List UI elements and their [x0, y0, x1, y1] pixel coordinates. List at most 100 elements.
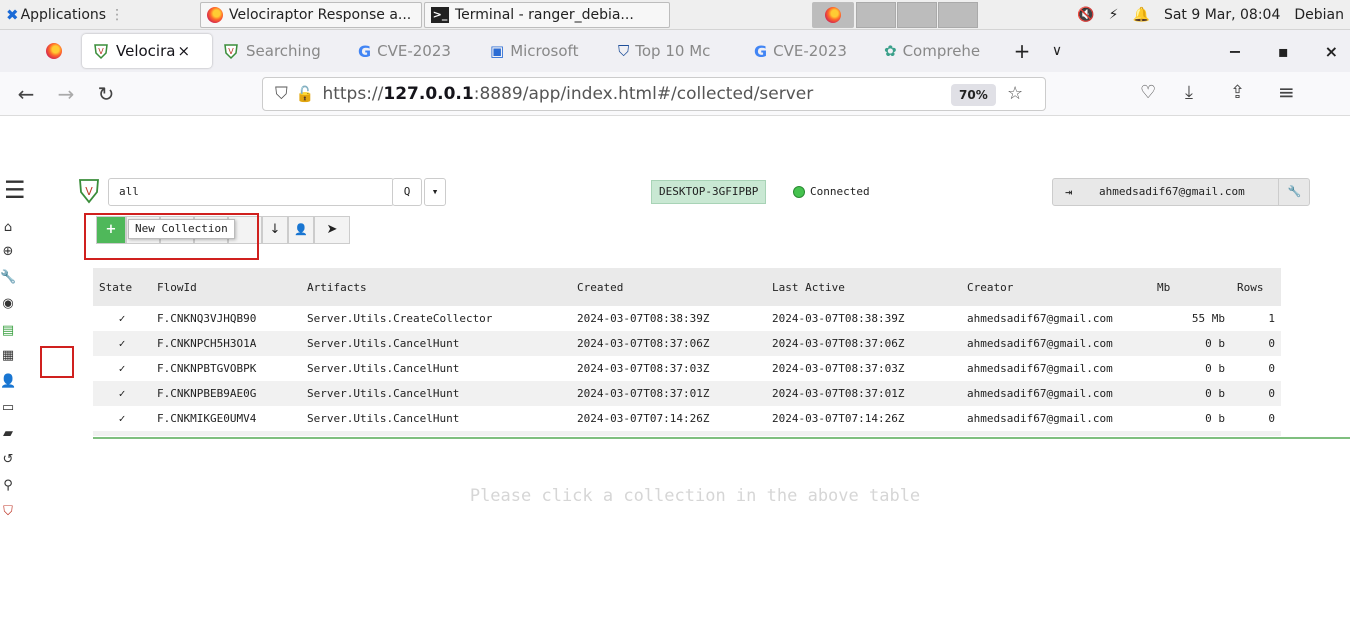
logout-icon[interactable]: ⇥ [1065, 179, 1072, 205]
artifact-name: Server.Utils.CancelHunt [307, 337, 460, 350]
taskbar-firefox[interactable]: Velociraptor Response a... [200, 1, 422, 28]
tab-label: CVE-2023 [773, 42, 847, 60]
url-host: 127.0.0.1 [383, 84, 474, 104]
size-mb: 55 Mb [1191, 312, 1225, 325]
send-button[interactable]: ➤ [314, 216, 350, 244]
column-header-flowid[interactable]: FlowId [151, 268, 301, 306]
eye-icon[interactable]: ◉ [0, 296, 16, 312]
flow-id[interactable]: F.CNKNPCH5H3O1A [151, 331, 301, 356]
url-bar[interactable]: ⛉ 🔓 https://127.0.0.1:8889/app/index.htm… [262, 77, 1046, 111]
table-row[interactable]: ✓ F.CNKMIKGE0UMV4 Server.Utils.CancelHun… [93, 406, 1281, 431]
column-header-created[interactable]: Created [571, 268, 766, 306]
state-check-icon: ✓ [118, 312, 126, 325]
table-row[interactable]: ✓ F.CNKNPBEB9AE0G Server.Utils.CancelHun… [93, 381, 1281, 406]
download-button[interactable]: ↓ [262, 216, 288, 244]
tab-cve-2[interactable]: G CVE-2023 [744, 34, 874, 68]
velociraptor-small-icon[interactable]: ⛉ [0, 504, 16, 520]
search-button[interactable]: Q [392, 178, 422, 206]
firefox-icon [825, 6, 841, 23]
notification-bell-icon[interactable]: 🔔 [1133, 7, 1150, 23]
velociraptor-logo[interactable]: V [78, 178, 100, 208]
column-header-state[interactable]: State [93, 268, 151, 306]
table-row[interactable]: ✓ F.CNKNPBTGVOBPK Server.Utils.CancelHun… [93, 356, 1281, 381]
lock-warning-icon[interactable]: 🔓 [296, 85, 315, 103]
pocket-icon[interactable]: ♡ [1140, 82, 1156, 103]
column-header-creator[interactable]: Creator [961, 268, 1151, 306]
svg-text:V: V [98, 47, 104, 56]
last-active-time: 2024-03-07T08:37:01Z [772, 387, 905, 400]
minimize-button[interactable]: − [1228, 42, 1241, 61]
reload-icon[interactable]: ↻ [86, 82, 126, 106]
tab-top10[interactable]: ⛉ Top 10 Mc [608, 34, 744, 68]
wrench-icon[interactable]: 🔧 [0, 270, 16, 286]
system-tray: 🔇 ⚡ 🔔 Sat 9 Mar, 08:04 Debian [1077, 7, 1350, 23]
forward-arrow-icon[interactable]: → [46, 82, 86, 106]
table-header-row: State FlowId Artifacts Created Last Acti… [93, 268, 1281, 306]
table-row[interactable]: ✓ F.CNKNQ3VJHQB90 Server.Utils.CreateCol… [93, 306, 1281, 331]
tracking-shield-icon[interactable]: ⛉ [275, 84, 288, 104]
flow-id[interactable]: F.CNKNPBTGVOBPK [151, 356, 301, 381]
flow-id[interactable]: F.CNKNPBEB9AE0G [151, 381, 301, 406]
taskbar-terminal[interactable]: >_ Terminal - ranger_debia... [424, 1, 670, 28]
creator: ahmedsadif67@gmail.com [967, 312, 1113, 325]
flow-id[interactable]: F.CNKNQ3VJHQB90 [151, 306, 301, 331]
firefox-icon [207, 6, 223, 23]
state-check-icon: ✓ [118, 362, 126, 375]
svg-text:V: V [85, 185, 93, 198]
users-icon[interactable]: 👤 [0, 374, 16, 390]
datetime[interactable]: Sat 9 Mar, 08:04 [1164, 7, 1280, 23]
home-icon[interactable]: ⌂ [0, 220, 16, 236]
back-arrow-icon[interactable]: ← [6, 82, 46, 106]
tab-cve-1[interactable]: G CVE-2023 [348, 34, 480, 68]
column-header-rows[interactable]: Rows [1231, 268, 1281, 306]
tab-comprehensive[interactable]: ✿ Comprehe [874, 34, 996, 68]
firefox-view-icon[interactable] [46, 43, 62, 59]
laptop-icon[interactable]: ▭ [0, 400, 16, 416]
terminal-icon: >_ [431, 6, 449, 23]
flow-id[interactable]: F.CNKMIKGE0UMV4 [151, 406, 301, 431]
session-user[interactable]: Debian [1294, 7, 1344, 23]
creator: ahmedsadif67@gmail.com [967, 387, 1113, 400]
column-header-artifacts[interactable]: Artifacts [301, 268, 571, 306]
client-hostname-badge[interactable]: DESKTOP-3GFIPBP [651, 180, 767, 204]
new-tab-button[interactable]: + [1002, 39, 1042, 63]
search-options-dropdown[interactable]: ▾ [424, 178, 446, 206]
size-mb: 0 b [1205, 337, 1225, 350]
history-icon[interactable]: ↺ [0, 452, 16, 468]
share-icon[interactable]: ⇪ [1230, 82, 1245, 103]
wrench-settings-icon[interactable]: 🔧 [1278, 179, 1310, 205]
tab-searching[interactable]: V Searching [212, 34, 348, 68]
power-icon[interactable]: ⚡ [1109, 7, 1119, 23]
bookmark-star-icon[interactable]: ☆ [1007, 83, 1023, 104]
downloads-icon[interactable]: ⤓ [1185, 82, 1193, 103]
tab-microsoft[interactable]: ▣ Microsoft [480, 34, 608, 68]
server-artifacts-icon[interactable]: ▤ [0, 323, 16, 339]
user-button[interactable]: 👤 [288, 216, 314, 244]
client-search-input[interactable]: all [108, 178, 394, 206]
taskbar-firefox-mini[interactable] [812, 1, 854, 28]
last-active-time: 2024-03-07T08:37:03Z [772, 362, 905, 375]
tab-close-icon[interactable]: × [177, 42, 190, 60]
menu-icon[interactable]: ≡ [1278, 80, 1295, 104]
creator: ahmedsadif67@gmail.com [967, 412, 1113, 425]
crosshair-icon[interactable]: ⊕ [0, 244, 16, 260]
user-menu[interactable]: ⇥ ahmedsadif67@gmail.com 🔧 [1052, 178, 1310, 206]
workspace-2[interactable] [856, 1, 896, 28]
hamburger-menu-icon[interactable]: ☰ [4, 176, 26, 204]
folder-icon[interactable]: ▰ [0, 426, 16, 442]
volume-muted-icon[interactable]: 🔇 [1077, 7, 1094, 23]
close-window-button[interactable]: × [1325, 42, 1338, 61]
column-header-mb[interactable]: Mb [1151, 268, 1231, 306]
table-row[interactable]: ✓ F.CNKNPCH5H3O1A Server.Utils.CancelHun… [93, 331, 1281, 356]
applications-menu[interactable]: ✖ Applications ⋮ [0, 6, 200, 24]
notebook-icon[interactable]: ▦ [0, 348, 16, 364]
column-header-last-active[interactable]: Last Active [766, 268, 961, 306]
tab-list-button[interactable]: ∨ [1042, 43, 1072, 59]
workspace-4[interactable] [938, 1, 978, 28]
pane-splitter[interactable] [93, 437, 1350, 439]
zoom-level-badge[interactable]: 70% [951, 84, 996, 106]
tab-velociraptor[interactable]: V Velocira × [82, 34, 212, 68]
workspace-3[interactable] [897, 1, 937, 28]
url-prefix: https:// [322, 84, 384, 104]
maximize-button[interactable]: ▪ [1278, 42, 1289, 61]
